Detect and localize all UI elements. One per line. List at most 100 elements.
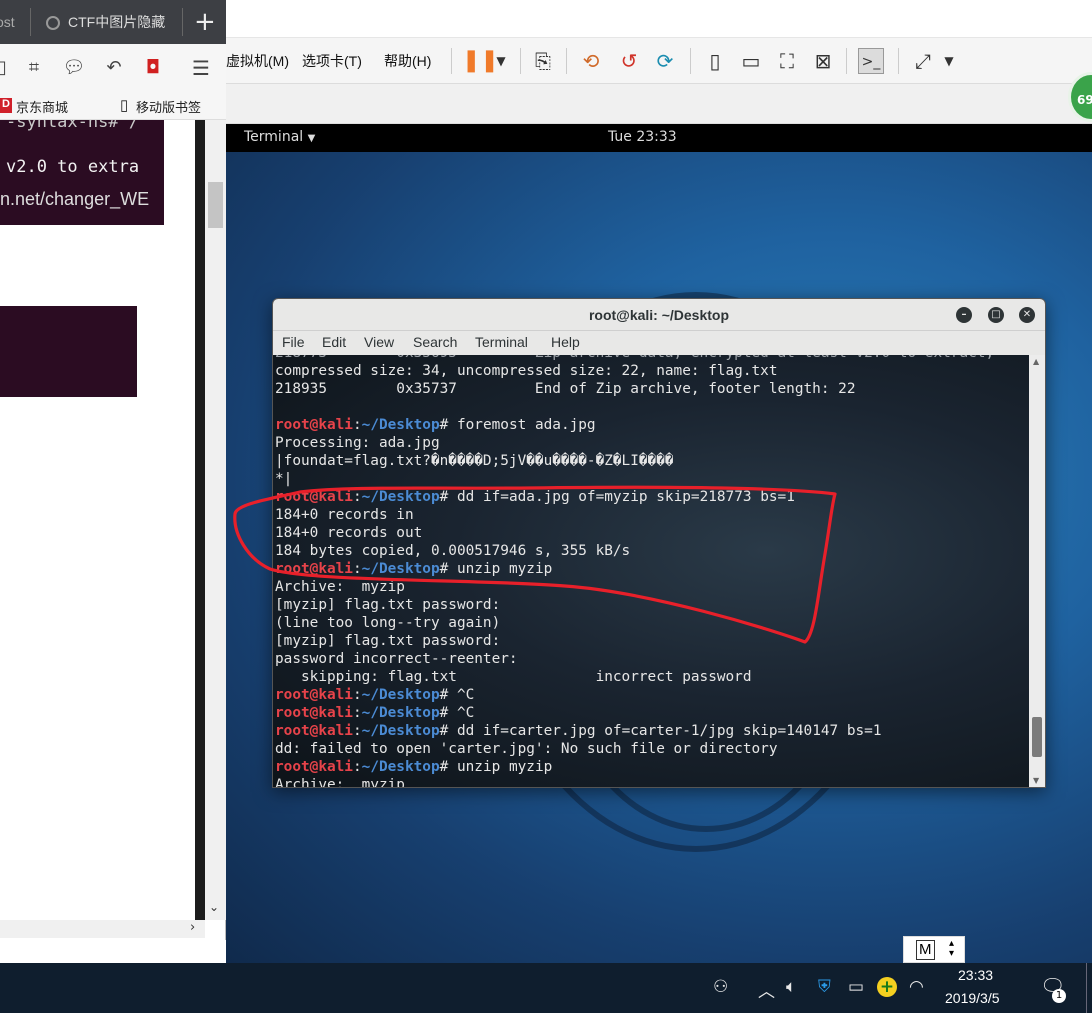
activities-app-menu[interactable]: Terminal ▼ [244, 129, 315, 145]
crop-icon[interactable]: ⌗ [22, 56, 46, 80]
fullscreen-icon[interactable]: ⛶ [774, 48, 800, 74]
prompt-path: ~/Desktop [361, 723, 440, 739]
terminal-output-line: (line too long--try again) [275, 614, 994, 632]
chevron-down-icon[interactable]: ▼ [488, 48, 514, 74]
scroll-up-icon[interactable]: ▲ [1033, 357, 1039, 366]
page-edge [195, 120, 205, 920]
vmware-tab-strip [226, 84, 1092, 124]
bookmark-mobile[interactable]: 移动版书签 [136, 97, 201, 116]
prompt-symbol: # [439, 723, 449, 739]
browser-vertical-scrollbar[interactable]: ⌄ [205, 120, 226, 920]
browser-tab[interactable]: ost [0, 6, 26, 38]
pocket-icon[interactable]: ◘ [141, 56, 165, 80]
chevron-right-icon[interactable]: › [190, 920, 195, 935]
chevron-down-icon[interactable]: ▼ [936, 48, 962, 74]
menu-search[interactable]: Search [413, 334, 457, 350]
code-line: v2.0 to extra [6, 157, 140, 177]
revert-snapshot-icon[interactable]: ↺ [616, 48, 642, 74]
wifi-icon[interactable]: ◠ [909, 977, 924, 997]
menu-view[interactable]: View [364, 334, 394, 350]
taskbar-time[interactable]: 23:33 [958, 967, 993, 983]
ime-options-icon[interactable]: ▴ ▾ [949, 939, 954, 959]
comment-icon[interactable]: 💬︎ [62, 56, 86, 80]
terminal-output-line: [myzip] flag.txt password: [275, 596, 994, 614]
tab-divider [182, 8, 183, 36]
scroll-down-icon[interactable]: ▼ [1033, 776, 1039, 785]
show-desktop-button[interactable] [1086, 963, 1087, 1013]
terminal-output-line: 184 bytes copied, 0.000517946 s, 355 kB/… [275, 542, 994, 560]
terminal-output-line: Archive: myzip [275, 776, 994, 788]
prompt-separator: : [352, 417, 362, 433]
stretch-icon[interactable]: ⤢ [910, 48, 936, 74]
ime-indicator[interactable]: M ▴ ▾ [903, 936, 965, 963]
security-app-icon[interactable]: + [877, 977, 897, 997]
kali-clock[interactable]: Tue 23:33 [608, 129, 677, 145]
terminal-output-line: dd: failed to open 'carter.jpg': No such… [275, 740, 994, 758]
terminal-command-line: root@kali:~/Desktop# unzip myzip [275, 560, 994, 578]
snapshot-icon[interactable]: ⟲ [578, 48, 604, 74]
terminal-scrollbar[interactable]: ▲ ▼ [1029, 355, 1045, 787]
browser-scroll-thumb[interactable] [208, 182, 223, 228]
browser-tab-active[interactable]: CTF中图片隐藏 [68, 6, 178, 38]
hamburger-menu-icon[interactable]: ☰ [189, 56, 213, 80]
prompt-separator: : [352, 723, 362, 739]
ime-mode[interactable]: M [916, 940, 935, 960]
volume-icon[interactable]: 🔈︎ [786, 977, 796, 997]
terminal-output-line: skipping: flag.txt incorrect password [275, 668, 994, 686]
people-icon[interactable]: ⚇ [713, 977, 728, 997]
browser-window: ost CTF中图片隐藏 + ▯ ⌗ 💬︎ ↶ ◘ ☰ D 京东商城 ▯ 移动版… [0, 0, 226, 940]
menu-edit[interactable]: Edit [322, 334, 346, 350]
taskbar-date[interactable]: 2019/3/5 [945, 990, 1000, 1006]
battery-icon[interactable]: ▭ [848, 977, 864, 997]
menu-terminal[interactable]: Terminal [475, 334, 528, 350]
prompt-path: ~/Desktop [361, 561, 440, 577]
terminal-scroll-thumb[interactable] [1032, 717, 1042, 757]
terminal-output[interactable]: 218773 0x35695 Zip archive data, encrypt… [273, 355, 1031, 788]
output-text: compressed size: 34, uncompressed size: … [275, 363, 778, 379]
browser-tab-strip: ost CTF中图片隐藏 + [0, 0, 226, 44]
close-icon[interactable]: ✕ [1019, 307, 1035, 323]
terminal-title-bar[interactable]: root@kali: ~/Desktop – □ ✕ [273, 299, 1045, 331]
browser-horizontal-scrollbar[interactable]: › [0, 920, 205, 938]
console-view-icon[interactable]: >_ [858, 48, 884, 74]
menu-help[interactable]: 帮助(H) [384, 51, 431, 71]
thumbnail-bar-icon[interactable]: ▭ [738, 48, 764, 74]
output-text: |foundat=flag.txt?�n����D;5jV��u����-�Z�… [275, 453, 674, 469]
tray-app-icon[interactable]: ⛨ [818, 977, 831, 997]
sidebar-toggle-icon[interactable]: ▯ [702, 48, 728, 74]
unity-icon[interactable]: ⊠ [810, 48, 836, 74]
chevron-down-icon[interactable]: ⌄ [209, 900, 219, 914]
output-text: Archive: myzip [275, 777, 405, 788]
menu-help[interactable]: Help [551, 334, 580, 350]
undo-icon[interactable]: ↶ [102, 56, 126, 80]
output-text: (line too long--try again) [275, 615, 501, 631]
terminal-output-line: Archive: myzip [275, 578, 994, 596]
tab-favicon-icon [46, 16, 60, 30]
terminal-command-line: root@kali:~/Desktop# unzip myzip [275, 758, 994, 776]
command-text: ^C [448, 687, 475, 703]
chevron-up-icon[interactable]: ︿ [758, 977, 775, 1002]
pause-icon[interactable]: ❚❚ [462, 48, 499, 74]
tab-divider [30, 8, 31, 36]
output-text: Archive: myzip [275, 579, 405, 595]
windows-taskbar: ⚇ ︿ 🔈︎ ⛨ ▭ + ◠ 23:33 2019/3/5 🗨︎ 1 [0, 963, 1092, 1013]
terminal-menu-bar: File Edit View Search Terminal Help [273, 331, 1045, 355]
minimize-icon[interactable]: – [956, 307, 972, 323]
terminal-window[interactable]: root@kali: ~/Desktop – □ ✕ File Edit Vie… [272, 298, 1046, 788]
menu-vm[interactable]: 虚拟机(M) [226, 51, 289, 71]
terminal-command-line: root@kali:~/Desktop# dd if=ada.jpg of=my… [275, 488, 994, 506]
output-text: 184+0 records out [275, 525, 423, 541]
snapshot-manager-icon[interactable]: ⟳ [652, 48, 678, 74]
terminal-title: root@kali: ~/Desktop [588, 307, 730, 323]
terminal-command-line: root@kali:~/Desktop# dd if=carter.jpg of… [275, 722, 994, 740]
page-icon[interactable]: ▯ [0, 56, 14, 80]
command-text: unzip myzip [448, 561, 553, 577]
menu-tabs[interactable]: 选项卡(T) [302, 51, 362, 71]
maximize-icon[interactable]: □ [988, 307, 1004, 323]
menu-file[interactable]: File [282, 334, 305, 350]
bookmark-jd[interactable]: 京东商城 [16, 97, 68, 116]
send-keys-icon[interactable]: ⎘ [530, 48, 556, 74]
prompt-path: ~/Desktop [361, 687, 440, 703]
toolbar-divider [566, 48, 567, 74]
new-tab-icon[interactable]: + [194, 7, 216, 37]
